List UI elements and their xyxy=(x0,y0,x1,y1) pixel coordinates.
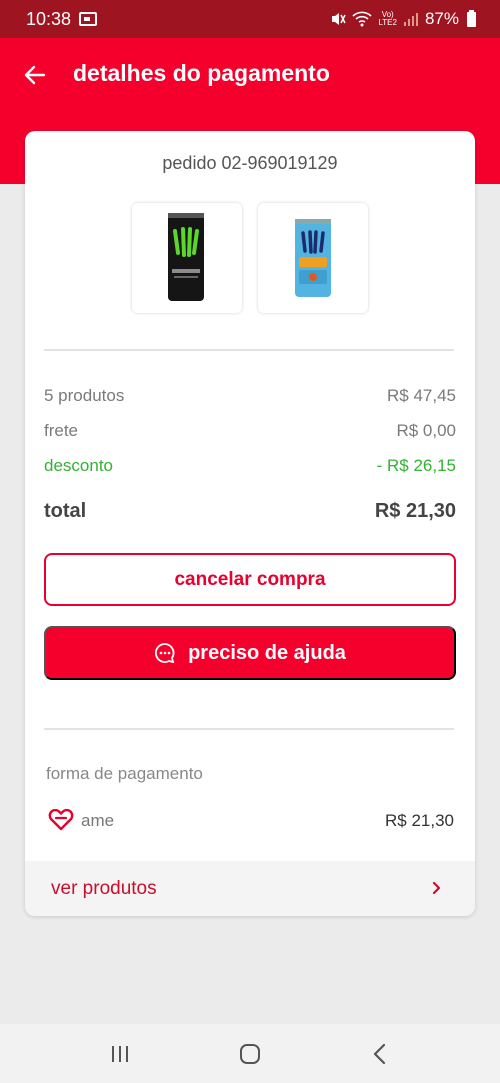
recent-apps-icon xyxy=(112,1046,128,1062)
recent-apps-button[interactable] xyxy=(106,1040,134,1068)
total-label: total xyxy=(44,500,87,522)
shipping-value: R$ 0,00 xyxy=(396,421,456,440)
system-back-button[interactable] xyxy=(366,1040,394,1068)
view-products-label: ver produtos xyxy=(51,878,157,899)
home-button[interactable] xyxy=(236,1040,264,1068)
system-nav-bar xyxy=(0,1024,500,1083)
product-thumbnail[interactable] xyxy=(258,203,368,313)
shipping-label: frete xyxy=(44,421,79,440)
status-icons: Vo) LTE2 87% xyxy=(330,9,476,29)
discount-label: desconto xyxy=(44,456,113,475)
products-value: R$ 47,45 xyxy=(387,386,456,405)
back-button[interactable] xyxy=(18,58,52,92)
divider xyxy=(44,349,454,351)
signal-icon xyxy=(403,12,418,26)
discount-value: - R$ 26,15 xyxy=(376,456,456,475)
page-title: detalhes do pagamento xyxy=(73,60,330,86)
order-card: pedido 02-969019129 5 produtos R$ 47,45 … xyxy=(25,131,475,916)
monster-energy-can-icon xyxy=(168,213,204,301)
total-value: R$ 21,30 xyxy=(374,500,456,522)
view-products-link[interactable]: ver produtos xyxy=(25,861,475,916)
products-row: 5 produtos R$ 47,45 xyxy=(44,386,456,406)
battery-icon xyxy=(467,9,476,27)
help-button[interactable]: preciso de ajuda xyxy=(44,626,456,680)
mute-icon xyxy=(332,13,347,25)
help-label: preciso de ajuda xyxy=(188,641,346,664)
payment-method-label: ame xyxy=(81,811,115,830)
back-icon xyxy=(373,1043,386,1065)
status-time: 10:38 xyxy=(26,9,72,29)
chat-bubble-icon xyxy=(155,643,175,664)
products-label: 5 produtos xyxy=(44,386,125,405)
battery-percent: 87% xyxy=(424,9,459,28)
notification-app-icon xyxy=(79,12,97,26)
cancel-purchase-button[interactable]: cancelar compra xyxy=(44,553,456,606)
network-type: Vo) LTE2 xyxy=(378,11,397,27)
wifi-icon xyxy=(352,11,372,27)
discount-row: desconto - R$ 26,15 xyxy=(44,456,456,476)
divider xyxy=(44,728,454,730)
status-bar: 10:38 Vo) LTE2 87% xyxy=(0,0,500,38)
shipping-row: frete R$ 0,00 xyxy=(44,421,456,441)
payment-heading: forma de pagamento xyxy=(46,764,203,783)
home-icon xyxy=(240,1044,260,1064)
payment-amount: R$ 21,30 xyxy=(385,811,454,830)
ame-heart-icon xyxy=(48,809,74,831)
lte-label: LTE2 xyxy=(378,18,397,27)
total-row: total R$ 21,30 xyxy=(44,500,456,523)
order-id: pedido 02-969019129 xyxy=(162,153,338,173)
arrow-left-icon xyxy=(24,65,46,85)
monster-juice-can-icon xyxy=(295,219,331,297)
product-thumbnail[interactable] xyxy=(132,203,242,313)
chevron-right-icon xyxy=(432,881,441,895)
